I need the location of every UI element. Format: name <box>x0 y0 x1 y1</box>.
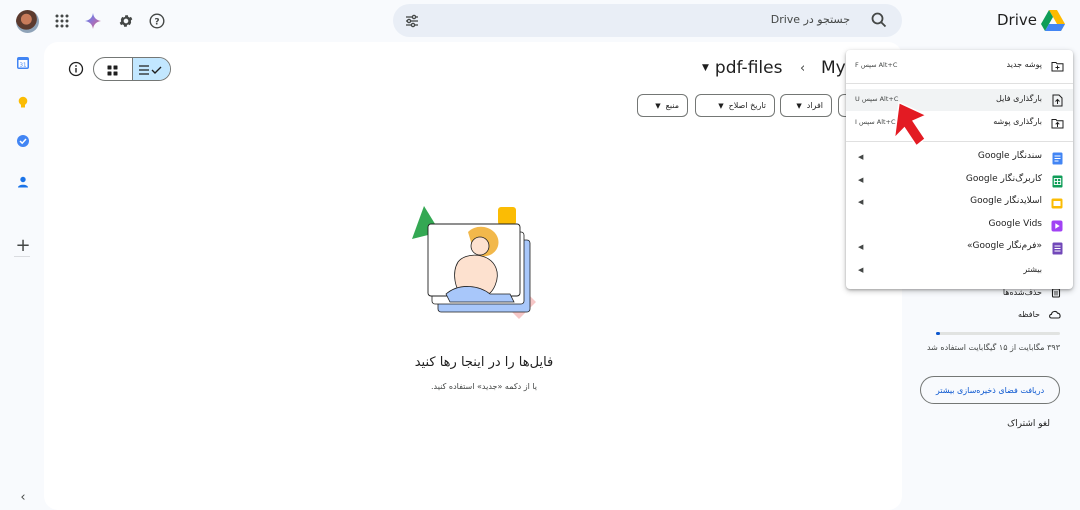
menu-item-label: پوشه جدید <box>1006 60 1042 69</box>
account-avatar[interactable] <box>16 10 39 33</box>
file-upload-icon <box>1050 93 1064 107</box>
folder-title-button[interactable]: ▼ pdf-files <box>702 58 782 78</box>
submenu-arrow-icon: ◀ <box>858 176 864 184</box>
filter-source-chip[interactable]: منبع ▼ <box>637 94 688 117</box>
menu-item-label: «فرم‌نگار Google» <box>966 241 1042 251</box>
caret-down-icon: ▼ <box>796 101 802 110</box>
tasks-icon[interactable] <box>14 132 32 150</box>
submenu-arrow-icon: ◀ <box>858 153 864 161</box>
menu-item-label: بارگذاری فایل <box>996 94 1042 103</box>
app-title: Drive <box>997 11 1037 29</box>
forms-icon <box>1050 241 1064 255</box>
search-input[interactable]: جستجو در Drive <box>771 13 850 26</box>
search-bar[interactable]: جستجو در Drive <box>393 4 902 37</box>
menu-divider <box>846 83 1073 84</box>
menu-item-new-folder[interactable]: پوشه جدید Alt+C سپس F <box>846 55 1073 77</box>
top-bar: ? جستجو در Drive Drive <box>0 0 1080 42</box>
help-icon[interactable]: ? <box>146 10 168 32</box>
caret-down-icon: ▼ <box>718 101 724 110</box>
side-panel-rail: 31 + ‹ <box>0 42 44 510</box>
apps-grid-icon[interactable] <box>51 10 73 32</box>
list-view-button[interactable] <box>131 58 170 80</box>
chip-label: منبع <box>665 101 679 110</box>
contacts-icon[interactable] <box>14 173 32 191</box>
storage-usage-text: ۳۹۳ مگابایت از ۱۵ گیگابایت استفاده شد <box>926 343 1060 352</box>
submenu-arrow-icon: ◀ <box>858 198 864 206</box>
vids-icon <box>1050 219 1064 233</box>
chip-label: افراد <box>806 101 823 110</box>
get-more-storage-button[interactable]: دریافت فضای ذخیره‌سازی بیشتر <box>920 376 1060 404</box>
search-options-icon[interactable] <box>403 12 421 30</box>
svg-text:31: 31 <box>20 63 27 69</box>
add-addon-icon[interactable]: + <box>14 235 32 256</box>
nav-item-storage[interactable]: حافظه <box>1018 308 1062 320</box>
menu-item-forms[interactable]: «فرم‌نگار Google» ◀ <box>846 237 1073 259</box>
storage-progress-fill <box>936 332 940 335</box>
breadcrumb-chevron-icon: ‹ <box>800 61 806 76</box>
caret-down-icon: ▼ <box>655 101 661 110</box>
submenu-arrow-icon: ◀ <box>858 243 864 251</box>
drive-logo-icon[interactable] <box>1040 9 1066 33</box>
cloud-icon <box>1049 310 1061 319</box>
search-icon[interactable] <box>870 11 888 29</box>
rail-divider <box>14 256 30 257</box>
menu-item-sheets[interactable]: کاربرگ‌نگار Google ◀ <box>846 170 1073 192</box>
keep-icon[interactable] <box>14 93 32 111</box>
grid-view-button[interactable] <box>94 58 132 80</box>
calendar-icon[interactable]: 31 <box>14 54 32 72</box>
menu-item-vids[interactable]: Google Vids <box>846 215 1073 237</box>
empty-state-title: فایل‌ها را در اینجا رها کنید <box>414 355 554 370</box>
settings-gear-icon[interactable] <box>115 10 137 32</box>
menu-item-label: Google Vids <box>988 219 1042 229</box>
folder-upload-icon <box>1050 116 1064 130</box>
menu-item-more[interactable]: بیشتر ◀ <box>846 260 1073 282</box>
chevron-down-icon: ▼ <box>702 63 709 73</box>
chip-label: تاریخ اصلاح <box>728 101 766 110</box>
nav-item-label: حافظه <box>1017 309 1040 319</box>
menu-item-label: اسلایدنگار Google <box>970 196 1042 206</box>
filter-modified-chip[interactable]: تاریخ اصلاح ▼ <box>695 94 775 117</box>
docs-icon <box>1050 151 1064 165</box>
submenu-arrow-icon: ◀ <box>858 266 864 274</box>
gemini-icon[interactable] <box>82 10 104 32</box>
menu-item-label: سندنگار Google <box>977 151 1042 161</box>
filter-people-chip[interactable]: افراد ▼ <box>780 94 832 117</box>
collapse-panel-icon[interactable]: ‹ <box>14 488 32 506</box>
menu-item-label: بیشتر <box>1023 265 1042 274</box>
info-icon[interactable] <box>68 61 84 77</box>
menu-item-label: کاربرگ‌نگار Google <box>965 174 1042 184</box>
breadcrumb-parent[interactable]: My <box>821 58 846 78</box>
menu-item-slides[interactable]: اسلایدنگار Google ◀ <box>846 192 1073 214</box>
new-folder-icon <box>1050 59 1064 73</box>
annotation-arrow-icon <box>874 96 934 158</box>
empty-folder-illustration <box>410 202 550 330</box>
view-toggle <box>93 57 171 81</box>
svg-text:?: ? <box>154 17 159 27</box>
storage-progress-bar <box>936 332 1060 335</box>
slides-icon <box>1050 196 1064 210</box>
menu-item-label: بارگذاری پوشه <box>993 117 1042 126</box>
menu-item-shortcut: Alt+C سپس F <box>855 61 898 69</box>
folder-name: pdf-files <box>714 58 783 78</box>
new-item-menu: پوشه جدید Alt+C سپس F بارگذاری فایل Alt+… <box>846 50 1073 289</box>
sheets-icon <box>1050 174 1064 188</box>
main-content: ▼ pdf-files ‹ My منبع ▼ تاریخ اصلاح ▼ افرا… <box>44 42 902 510</box>
cancel-subscription-link[interactable]: لغو اشتراک <box>1007 419 1050 429</box>
empty-state-subtitle: یا از دکمه «جدید» استفاده کنید. <box>430 382 538 391</box>
